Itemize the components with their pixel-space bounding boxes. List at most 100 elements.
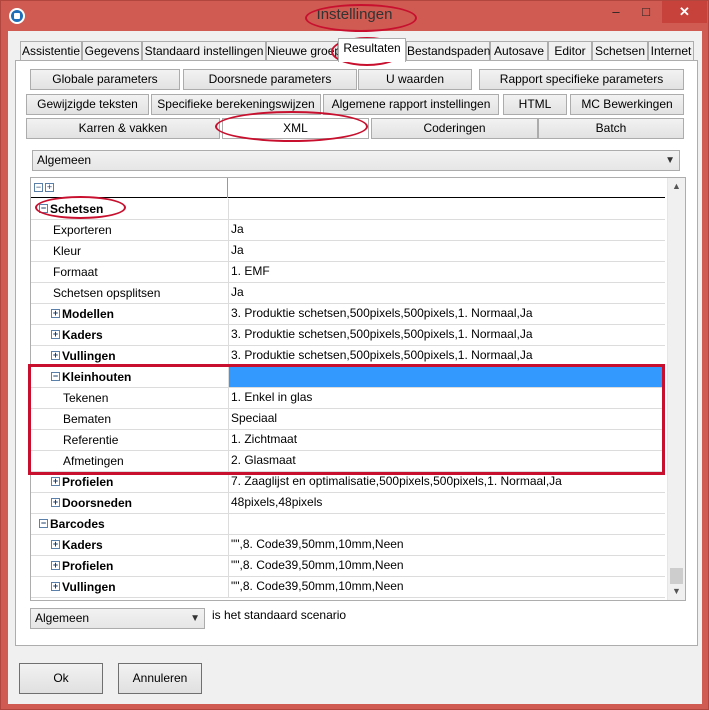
- subtab-batch[interactable]: Batch: [538, 118, 684, 139]
- grid-row[interactable]: Bematen Speciaal: [31, 409, 665, 430]
- tab-autosave[interactable]: Autosave: [490, 41, 548, 61]
- close-button[interactable]: ✕: [662, 1, 707, 23]
- tab-gegevens[interactable]: Gegevens: [82, 41, 142, 61]
- subtab-algemene-rapport-instellingen[interactable]: Algemene rapport instellingen: [323, 94, 499, 115]
- grid-row[interactable]: + Kaders 3. Produktie schetsen,500pixels,5…: [31, 325, 665, 346]
- collapse-all-icon[interactable]: −: [34, 183, 43, 192]
- scroll-thumb[interactable]: [670, 568, 683, 584]
- grid-row[interactable]: + Profielen 7. Zaaglijst en optimalisatie,…: [31, 472, 665, 493]
- property-grid[interactable]: − + − Schetsen Exporteren Ja Kleur Ja Formaat 1…: [30, 177, 686, 601]
- grid-row[interactable]: − Kleinhouten: [31, 367, 665, 388]
- grid-row[interactable]: − Schetsen: [31, 199, 665, 220]
- grid-header: − +: [31, 178, 665, 198]
- grid-row-label: Kleinhouten: [62, 369, 132, 384]
- expand-icon[interactable]: +: [51, 561, 60, 571]
- tab-editor[interactable]: Editor: [548, 41, 592, 61]
- grid-row[interactable]: Formaat 1. EMF: [31, 262, 665, 283]
- grid-row-name: Schetsen opsplitsen: [31, 283, 227, 303]
- grid-row-value[interactable]: 3. Produktie schetsen,500pixels,500pixel…: [228, 325, 665, 345]
- grid-row-value[interactable]: 3. Produktie schetsen,500pixels,500pixel…: [228, 304, 665, 324]
- expand-icon[interactable]: +: [51, 309, 60, 319]
- subtab-xml[interactable]: XML: [222, 118, 369, 139]
- subtab-html[interactable]: HTML: [503, 94, 567, 115]
- subtab-specifieke-berekeningswijzen[interactable]: Specifieke berekeningswijzen: [151, 94, 321, 115]
- grid-row-name: Formaat: [31, 262, 227, 282]
- expand-icon[interactable]: +: [51, 477, 60, 487]
- tab-assistentie[interactable]: Assistentie: [20, 41, 82, 61]
- grid-row-value[interactable]: "",8. Code39,50mm,10mm,Neen: [228, 577, 665, 597]
- grid-row[interactable]: + Kaders "",8. Code39,50mm,10mm,Neen: [31, 535, 665, 556]
- grid-row[interactable]: Exporteren Ja: [31, 220, 665, 241]
- grid-row[interactable]: Tekenen 1. Enkel in glas: [31, 388, 665, 409]
- grid-row-value[interactable]: [228, 199, 665, 219]
- chevron-down-icon: ▼: [665, 155, 675, 166]
- grid-row-value[interactable]: 1. EMF: [228, 262, 665, 282]
- grid-row-value[interactable]: "",8. Code39,50mm,10mm,Neen: [228, 556, 665, 576]
- grid-row[interactable]: + Modellen 3. Produktie schetsen,500pixels…: [31, 304, 665, 325]
- grid-row-value[interactable]: 1. Enkel in glas: [228, 388, 665, 408]
- grid-row[interactable]: − Barcodes: [31, 514, 665, 535]
- expand-icon[interactable]: +: [51, 498, 60, 508]
- subtab-doorsnede-parameters[interactable]: Doorsnede parameters: [183, 69, 357, 90]
- grid-row[interactable]: + Vullingen "",8. Code39,50mm,10mm,Neen: [31, 577, 665, 598]
- grid-row-label: Modellen: [62, 306, 115, 321]
- grid-row[interactable]: + Doorsneden 48pixels,48pixels: [31, 493, 665, 514]
- scenario-select[interactable]: Algemeen ▼: [30, 608, 205, 629]
- grid-row[interactable]: + Profielen "",8. Code39,50mm,10mm,Neen: [31, 556, 665, 577]
- grid-row[interactable]: Referentie 1. Zichtmaat: [31, 430, 665, 451]
- grid-row-label: Kaders: [62, 327, 103, 342]
- expand-icon[interactable]: +: [51, 582, 60, 592]
- subtab-mc-bewerkingen[interactable]: MC Bewerkingen: [570, 94, 684, 115]
- column-divider[interactable]: [227, 178, 228, 198]
- tab-nieuwe-groep[interactable]: Nieuwe groep: [266, 41, 341, 61]
- grid-row-value[interactable]: 1. Zichtmaat: [228, 430, 665, 450]
- grid-row-value[interactable]: 48pixels,48pixels: [228, 493, 665, 513]
- collapse-icon[interactable]: −: [39, 519, 48, 529]
- grid-row-name: + Vullingen: [31, 346, 227, 366]
- grid-row-value[interactable]: Ja: [228, 220, 665, 240]
- tab-schetsen[interactable]: Schetsen: [592, 41, 648, 61]
- subtab-globale-parameters[interactable]: Globale parameters: [30, 69, 180, 90]
- grid-row-value[interactable]: Ja: [228, 283, 665, 303]
- grid-row-label: Vullingen: [62, 579, 116, 594]
- expand-icon[interactable]: +: [51, 330, 60, 340]
- tab-resultaten[interactable]: Resultaten: [338, 38, 406, 62]
- title-bar[interactable]: Instellingen – □ ✕: [1, 1, 708, 31]
- scroll-up-icon[interactable]: ▲: [668, 178, 685, 195]
- cancel-button[interactable]: Annuleren: [118, 663, 202, 694]
- tab-standaard-instellingen[interactable]: Standaard instellingen: [142, 41, 266, 61]
- grid-row-value[interactable]: [228, 367, 665, 387]
- grid-row-value[interactable]: Speciaal: [228, 409, 665, 429]
- subtab-gewijzigde-teksten[interactable]: Gewijzigde teksten: [26, 94, 149, 115]
- scroll-down-icon[interactable]: ▼: [668, 583, 685, 600]
- grid-row-value[interactable]: 7. Zaaglijst en optimalisatie,500pixels,…: [228, 472, 665, 492]
- collapse-icon[interactable]: −: [39, 204, 48, 214]
- grid-row-value[interactable]: 2. Glasmaat: [228, 451, 665, 471]
- grid-row[interactable]: + Vullingen 3. Produktie schetsen,500pixel…: [31, 346, 665, 367]
- collapse-icon[interactable]: −: [51, 372, 60, 382]
- grid-row[interactable]: Afmetingen 2. Glasmaat: [31, 451, 665, 472]
- grid-row-value[interactable]: Ja: [228, 241, 665, 261]
- grid-vertical-scrollbar[interactable]: ▲ ▼: [667, 178, 685, 600]
- scenario-select-value: Algemeen: [35, 611, 90, 625]
- subtab-coderingen[interactable]: Coderingen: [371, 118, 538, 139]
- grid-row-name: + Profielen: [31, 556, 227, 576]
- maximize-button[interactable]: □: [631, 1, 661, 23]
- expand-icon[interactable]: +: [51, 351, 60, 361]
- grid-row-name: + Profielen: [31, 472, 227, 492]
- ok-button[interactable]: Ok: [19, 663, 103, 694]
- subtab-karren-vakken[interactable]: Karren & vakken: [26, 118, 220, 139]
- minimize-button[interactable]: –: [601, 1, 631, 23]
- grid-row[interactable]: Schetsen opsplitsen Ja: [31, 283, 665, 304]
- expand-all-icon[interactable]: +: [45, 183, 54, 192]
- tab-bestandspaden[interactable]: Bestandspaden: [406, 41, 490, 61]
- category-select[interactable]: Algemeen ▼: [32, 150, 680, 171]
- expand-icon[interactable]: +: [51, 540, 60, 550]
- grid-row-value[interactable]: "",8. Code39,50mm,10mm,Neen: [228, 535, 665, 555]
- grid-row-value[interactable]: [228, 514, 665, 534]
- subtab-rapport-specifieke-parameters[interactable]: Rapport specifieke parameters: [479, 69, 684, 90]
- grid-row-value[interactable]: 3. Produktie schetsen,500pixels,500pixel…: [228, 346, 665, 366]
- subtab-u-waarden[interactable]: U waarden: [358, 69, 472, 90]
- tab-internet[interactable]: Internet: [648, 41, 694, 61]
- grid-row[interactable]: Kleur Ja: [31, 241, 665, 262]
